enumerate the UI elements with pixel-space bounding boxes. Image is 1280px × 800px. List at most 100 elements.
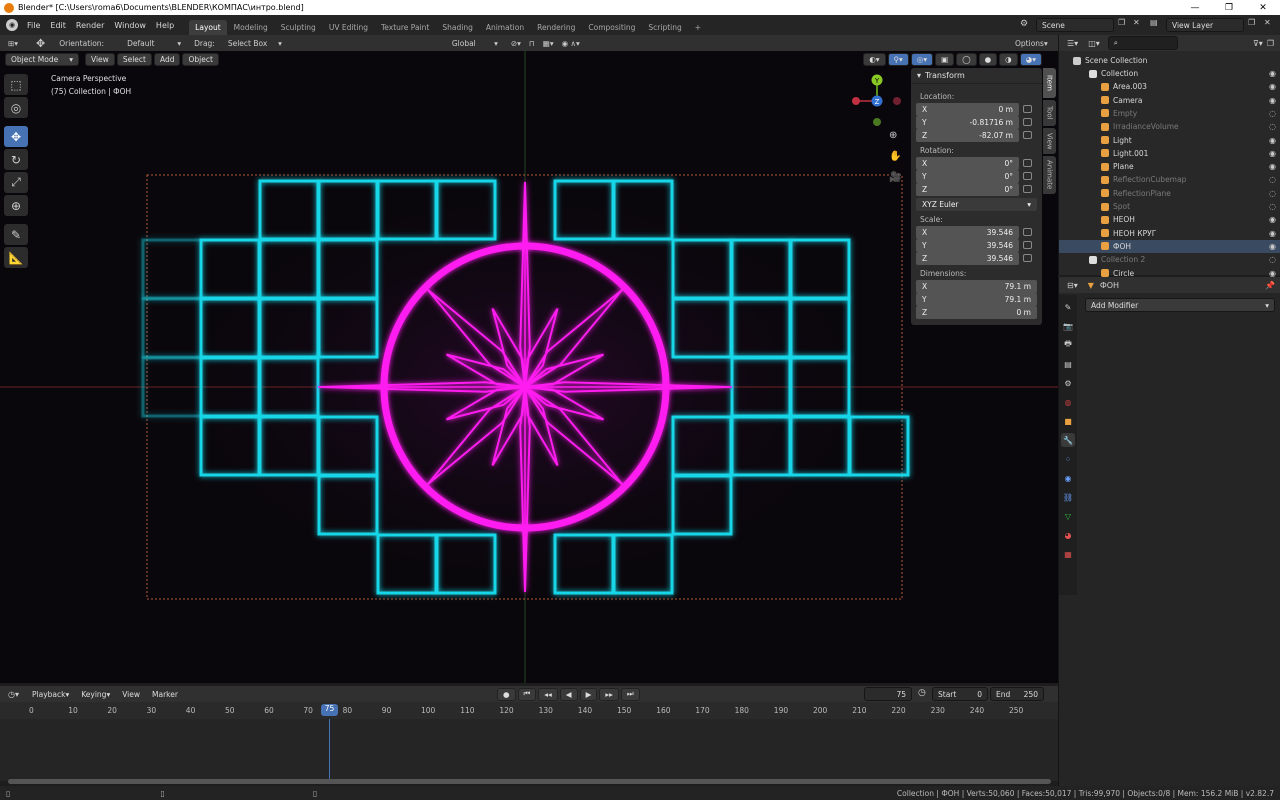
visibility-eye-icon[interactable]: ◉	[1269, 162, 1276, 171]
view-layer-tab-icon[interactable]: ▤	[1061, 357, 1075, 371]
pivot-icon[interactable]: ⊘▾	[511, 39, 521, 48]
outliner-item[interactable]: Collection ◉	[1059, 67, 1280, 80]
visibility-eye-icon[interactable]: ◉	[1269, 96, 1276, 105]
tab-scripting[interactable]: Scripting	[642, 20, 687, 35]
tab-item[interactable]: Item	[1043, 68, 1056, 98]
timeline-view-menu[interactable]: View	[117, 688, 145, 701]
lock-icon[interactable]	[1023, 118, 1032, 126]
visibility-eye-icon[interactable]: ◌	[1269, 255, 1276, 264]
gizmo-toggle-icon[interactable]: ⚲▾	[887, 52, 909, 66]
transform-tool-icon[interactable]: ⊕	[4, 195, 28, 216]
timeline-ruler[interactable]: 0 10 20 30 40 50 60 70 80 90 100 110 120 130 140 150 160…	[0, 702, 1058, 719]
playhead[interactable]: 75	[321, 704, 338, 716]
lock-icon[interactable]	[1023, 159, 1032, 167]
location-z-field[interactable]: Z -82.07 m	[916, 129, 1019, 142]
camera-view-icon[interactable]: 🎥	[889, 172, 901, 183]
outliner-editor-icon[interactable]: ☰▾	[1067, 39, 1078, 48]
new-scene-icon[interactable]: ❐	[1118, 18, 1125, 27]
timeline-body[interactable]	[0, 719, 1058, 781]
output-tab-icon[interactable]: 🖶	[1061, 338, 1075, 352]
annotate-tool-icon[interactable]: ✎	[4, 224, 28, 245]
scale-z-field[interactable]: Z 39.546	[916, 252, 1019, 265]
outliner-item[interactable]: Plane ◉	[1059, 160, 1280, 173]
tab-layout[interactable]: Layout	[189, 20, 227, 35]
preview-range-icon[interactable]: ◷	[918, 688, 926, 698]
modifier-tab-icon[interactable]: 🔧	[1061, 433, 1075, 447]
gizmo-y-negative[interactable]	[873, 118, 881, 126]
new-collection-icon[interactable]: ❐	[1267, 39, 1274, 48]
delete-view-layer-icon[interactable]: ✕	[1264, 18, 1271, 27]
transform-panel-header[interactable]: ▾ Transform	[911, 68, 1042, 84]
drag-dropdown[interactable]: Select Box ▾	[222, 36, 287, 50]
tab-shading[interactable]: Shading	[436, 20, 478, 35]
menu-render[interactable]: Render	[71, 21, 109, 30]
timeline-scrollbar[interactable]	[8, 779, 1051, 784]
outliner-item[interactable]: ReflectionPlane ◌	[1059, 187, 1280, 200]
dimension-y-field[interactable]: Y 79.1 m	[916, 293, 1037, 306]
particles-tab-icon[interactable]: ⁘	[1061, 452, 1075, 466]
visibility-icon[interactable]: ◐▾	[863, 52, 886, 66]
editor-type-icon[interactable]: ⊞▾	[8, 39, 24, 48]
gizmo-x-positive[interactable]	[893, 97, 901, 105]
proportional-edit-icon[interactable]: ◉ ∧▾	[562, 39, 580, 48]
visibility-eye-icon[interactable]: ◌	[1269, 189, 1276, 198]
options-dropdown[interactable]: Options ▾	[1010, 36, 1052, 50]
visibility-eye-icon[interactable]: ◉	[1269, 149, 1276, 158]
marker-menu[interactable]: Marker	[147, 688, 183, 701]
texture-tab-icon[interactable]: ▦	[1061, 547, 1075, 561]
outliner-item[interactable]: Camera ◉	[1059, 94, 1280, 107]
lock-icon[interactable]	[1023, 228, 1032, 236]
end-frame-field[interactable]: End 250	[990, 687, 1044, 701]
outliner-item[interactable]: ReflectionCubemap ◌	[1059, 173, 1280, 186]
visibility-eye-icon[interactable]: ◉	[1269, 242, 1276, 251]
dimension-x-field[interactable]: X 79.1 m	[916, 280, 1037, 293]
keying-menu[interactable]: Keying ▾	[76, 688, 115, 701]
outliner-item[interactable]: НЕОН КРУГ ◉	[1059, 227, 1280, 240]
object-tab-icon[interactable]: ■	[1061, 414, 1075, 428]
tab-view[interactable]: View	[1043, 128, 1056, 154]
visibility-eye-icon[interactable]: ◉	[1269, 215, 1276, 224]
menu-edit[interactable]: Edit	[45, 21, 71, 30]
properties-editor-icon[interactable]: ⊟▾	[1067, 281, 1078, 290]
prev-keyframe-icon[interactable]: ◂◂	[538, 687, 558, 701]
rotation-mode-dropdown[interactable]: XYZ Euler ▾	[916, 198, 1037, 211]
3d-viewport[interactable]	[0, 51, 1058, 683]
scene-selector[interactable]: Scene	[1036, 18, 1114, 32]
shading-wireframe-icon[interactable]: ◯	[956, 52, 977, 66]
pin-icon[interactable]: 📌	[1265, 281, 1275, 290]
delete-scene-icon[interactable]: ✕	[1133, 18, 1140, 27]
next-keyframe-icon[interactable]: ▸▸	[599, 687, 619, 701]
outliner-item[interactable]: Empty ◌	[1059, 107, 1280, 120]
object-mode-dropdown[interactable]: Object Mode ▾	[5, 52, 79, 66]
tab-rendering[interactable]: Rendering	[531, 20, 581, 35]
move-tool-icon[interactable]: ✥	[36, 37, 45, 50]
playback-menu[interactable]: Playback ▾	[27, 688, 74, 701]
view-menu[interactable]: View	[85, 52, 115, 66]
select-box-tool-icon[interactable]: ⬚	[4, 74, 28, 95]
visibility-eye-icon[interactable]: ◉	[1269, 69, 1276, 78]
add-menu[interactable]: Add	[153, 52, 181, 66]
select-menu[interactable]: Select	[116, 52, 152, 66]
cursor-tool-icon[interactable]: ◎	[4, 97, 28, 118]
outliner-item[interactable]: Light ◉	[1059, 134, 1280, 147]
display-mode-icon[interactable]: ◫▾	[1088, 39, 1100, 48]
maximize-button[interactable]: ❐	[1212, 0, 1246, 15]
lock-icon[interactable]	[1023, 254, 1032, 262]
play-icon[interactable]: ▶	[579, 687, 598, 701]
outliner-item[interactable]: IrradianceVolume ◌	[1059, 120, 1280, 133]
tab-tool[interactable]: Tool	[1043, 100, 1056, 126]
add-workspace-button[interactable]: +	[689, 20, 707, 35]
tab-uv-editing[interactable]: UV Editing	[323, 20, 374, 35]
scale-x-field[interactable]: X 39.546	[916, 226, 1019, 239]
dimension-z-field[interactable]: Z 0 m	[916, 306, 1037, 319]
scale-y-field[interactable]: Y 39.546	[916, 239, 1019, 252]
shading-solid-icon[interactable]: ●	[978, 52, 998, 66]
world-tab-icon[interactable]: ◍	[1061, 395, 1075, 409]
lock-icon[interactable]	[1023, 241, 1032, 249]
minimize-button[interactable]: —	[1178, 0, 1212, 15]
current-frame-field[interactable]: 75	[864, 687, 912, 701]
shading-material-icon[interactable]: ◑	[999, 52, 1018, 66]
visibility-eye-icon[interactable]: ◉	[1269, 82, 1276, 91]
navigation-gizmo[interactable]: Y Z	[848, 70, 906, 130]
timeline-editor-icon[interactable]: ◷▾	[8, 690, 19, 699]
